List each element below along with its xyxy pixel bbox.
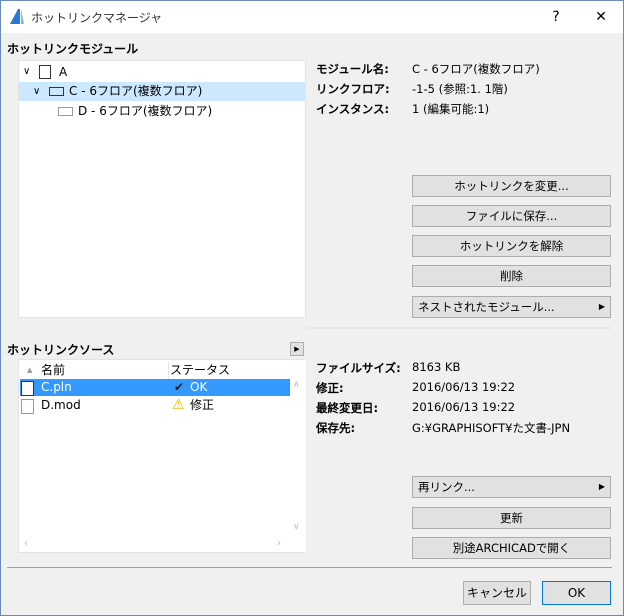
location-value: G:¥GRAPHISOFT¥た文書-JPN: [412, 421, 571, 435]
break-hotlink-button[interactable]: ホットリンクを解除: [412, 235, 611, 257]
relink-label: 再リンク...: [418, 480, 475, 494]
link-floor-value: -1-5 (参照:1. 1階): [412, 82, 508, 96]
row-name: C.pln: [41, 380, 72, 394]
save-to-file-button[interactable]: ファイルに保存...: [412, 205, 611, 227]
triangle-right-icon: ▶: [598, 482, 605, 491]
column-header-status[interactable]: ステータス: [170, 362, 230, 379]
cancel-button[interactable]: キャンセル: [463, 581, 531, 605]
modules-section-label: ホットリンクモジュール: [7, 42, 139, 56]
row-status: 修正: [190, 398, 215, 412]
close-button[interactable]: ✕: [583, 5, 619, 29]
change-hotlink-button[interactable]: ホットリンクを変更...: [412, 175, 611, 197]
expand-panel-button[interactable]: ▶: [290, 342, 304, 356]
ok-button[interactable]: OK: [542, 581, 611, 605]
file-size-label: ファイルサイズ:: [316, 361, 401, 375]
scroll-right-icon[interactable]: ›: [277, 538, 281, 549]
location-label: 保存先:: [316, 421, 356, 435]
scroll-down-icon[interactable]: ∨: [293, 522, 300, 532]
footer-divider: [7, 567, 612, 568]
sort-ascending-icon: ▲: [27, 366, 33, 374]
row-name: D.mod: [41, 398, 81, 412]
module-name-value: C - 6フロア(複数フロア): [412, 62, 540, 76]
link-floor-label: リンクフロア:: [316, 82, 390, 96]
nested-modules-label: ネストされたモジュール...: [418, 300, 555, 314]
triangle-right-icon: ▶: [598, 302, 605, 311]
chevron-down-icon[interactable]: ∨: [33, 82, 40, 101]
tree-item-label: C - 6フロア(複数フロア): [69, 84, 203, 98]
source-list[interactable]: ▲ 名前 ステータス C.pln ✔ OK D.mod ⚠ 修正 ∧ ∨ ‹ ›: [18, 359, 306, 553]
tree-item-c[interactable]: ∨ C - 6フロア(複数フロア): [19, 82, 305, 101]
hotlink-manager-dialog: ホットリンクマネージャ ? ✕ ホットリンクモジュール ∨ A ∨ C - 6フ…: [0, 0, 624, 616]
column-header-name[interactable]: 名前: [41, 362, 65, 379]
file-size-value: 8163 KB: [412, 360, 461, 374]
tree-item-a[interactable]: ∨ A: [19, 63, 305, 81]
open-in-archicad-button[interactable]: 別途ARCHICADで開く: [412, 537, 611, 559]
instances-label: インスタンス:: [316, 102, 390, 116]
tree-item-label: A: [59, 65, 68, 79]
column-divider[interactable]: [168, 362, 169, 379]
divider: [306, 327, 611, 329]
modified-value: 2016/06/13 19:22: [412, 380, 516, 394]
module-name-label: モジュール名:: [316, 62, 389, 76]
relink-button[interactable]: 再リンク... ▶: [412, 476, 611, 498]
last-changed-label: 最終変更日:: [316, 401, 379, 415]
modified-label: 修正:: [316, 381, 344, 395]
warning-icon: ⚠: [172, 397, 185, 413]
list-header: ▲ 名前 ステータス: [19, 362, 290, 379]
file-icon: [39, 65, 51, 79]
tree-item-label: D - 6フロア(複数フロア): [78, 104, 213, 118]
scroll-up-icon[interactable]: ∧: [293, 380, 300, 390]
title-bar: ホットリンクマネージャ ? ✕: [1, 1, 623, 33]
nested-modules-button[interactable]: ネストされたモジュール... ▶: [412, 296, 611, 318]
sources-section-label: ホットリンクソース: [7, 343, 115, 357]
scroll-left-icon[interactable]: ‹: [24, 538, 28, 549]
chevron-down-icon[interactable]: ∨: [23, 63, 30, 81]
archicad-logo-icon: [10, 9, 24, 24]
mod-file-icon: [21, 398, 40, 415]
module-icon: [49, 87, 64, 96]
update-button[interactable]: 更新: [412, 507, 611, 529]
delete-button[interactable]: 削除: [412, 265, 611, 287]
vertical-scrollbar[interactable]: ∧ ∨: [290, 360, 306, 552]
help-button[interactable]: ?: [538, 5, 574, 29]
list-row[interactable]: D.mod ⚠ 修正: [20, 397, 290, 414]
checkmark-icon: ✔: [174, 380, 185, 394]
module-tree[interactable]: ∨ A ∨ C - 6フロア(複数フロア) D - 6フロア(複数フロア): [18, 60, 306, 318]
window-title: ホットリンクマネージャ: [31, 11, 163, 25]
triangle-right-icon: ▶: [294, 345, 300, 353]
tree-item-d[interactable]: D - 6フロア(複数フロア): [19, 102, 305, 120]
instances-value: 1 (編集可能:1): [412, 102, 490, 116]
row-status: OK: [190, 380, 208, 394]
list-row[interactable]: C.pln ✔ OK: [20, 379, 290, 396]
last-changed-value: 2016/06/13 19:22: [412, 400, 516, 414]
pln-file-icon: [21, 380, 40, 397]
module-icon: [58, 107, 73, 116]
